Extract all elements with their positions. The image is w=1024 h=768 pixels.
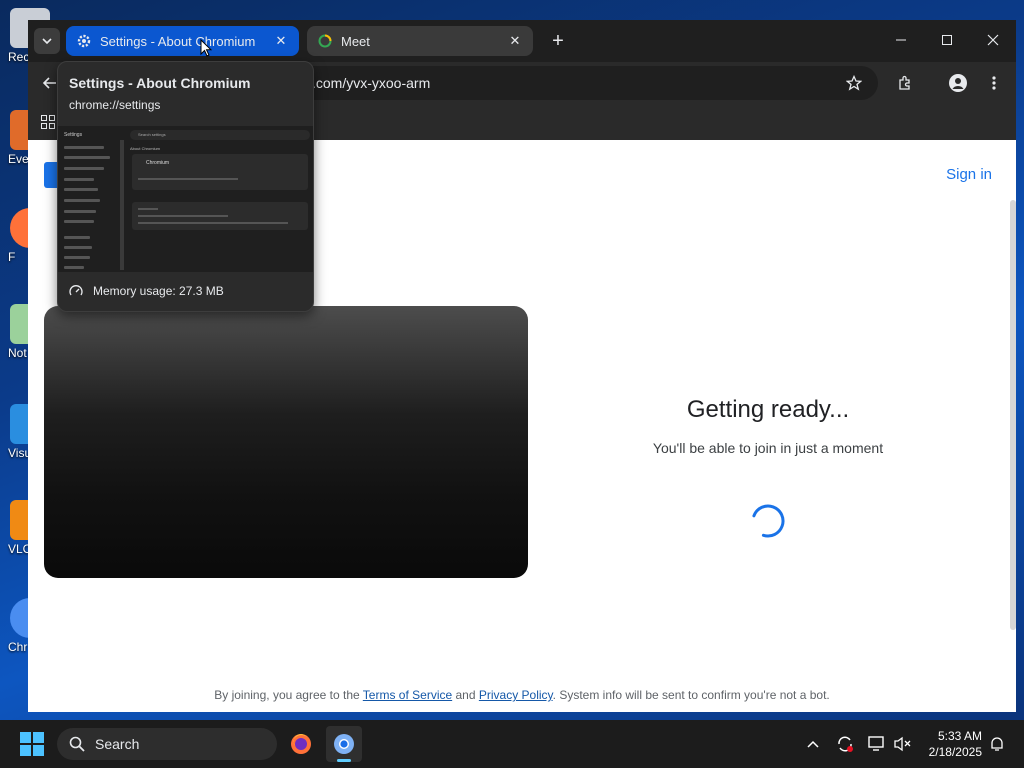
gear-icon [76,33,92,49]
address-url: .com/yvx-yxoo-arm [312,75,431,91]
loading-spinner-icon [751,504,785,538]
taskbar-firefox[interactable] [283,726,319,762]
thumbnail-heading: About Chromium [130,146,161,151]
thumbnail-card-name: Chromium [146,160,170,166]
minimize-icon [896,39,906,41]
clock-time: 5:33 AM [937,729,982,743]
apps-grid-icon [41,115,55,129]
close-icon[interactable]: ✕ [273,33,289,49]
maximize-button[interactable] [924,26,970,54]
tab-title: Meet [341,33,370,49]
tab-strip: Settings - About Chromium ✕ Meet ✕ + [28,20,1016,62]
maximize-icon [942,35,952,45]
video-preview [44,306,528,578]
thumbnail-card [132,202,308,230]
puzzle-icon [899,75,910,90]
consent-text: By joining, you agree to the Terms of Se… [28,688,1016,702]
thumbnail-line [64,167,104,170]
close-icon [987,34,999,46]
profile-icon [949,74,967,92]
thumbnail-settings-label: Settings [64,132,83,138]
extensions-button[interactable] [891,69,919,97]
getting-ready-subtitle: You'll be able to join in just a moment [652,440,884,456]
taskbar-search[interactable]: Search [57,728,277,760]
chevron-up-icon [807,740,819,748]
thumbnail-search: Search settings [130,130,310,140]
star-icon [846,75,862,91]
speaker-muted-icon [894,736,911,752]
tab-search-button[interactable] [34,28,60,54]
thumbnail-line [64,246,92,249]
tab-title: Settings - About Chromium [100,33,256,49]
clock[interactable]: 5:33 AM 2/18/2025 [918,728,982,760]
tab-meet[interactable]: Meet ✕ [307,26,533,56]
network-tray-icon[interactable] [867,734,887,754]
privacy-policy-link[interactable]: Privacy Policy [479,688,553,702]
minimize-button[interactable] [878,26,924,54]
consent-suffix: . System info will be sent to confirm yo… [552,688,830,702]
firefox-icon [291,734,311,754]
thumbnail-scrollbar [120,140,124,270]
thumbnail-line [64,210,96,213]
tab-hover-card: Settings - About Chromium chrome://setti… [57,61,314,312]
volume-tray-icon[interactable] [893,734,913,754]
thumbnail-line [64,199,100,202]
meet-loading-icon [317,33,333,49]
new-tab-button[interactable]: + [545,28,571,54]
profile-button[interactable] [944,69,972,97]
thumbnail-line [64,146,104,149]
sync-alert-icon [838,736,853,752]
bookmark-star-button[interactable] [840,69,868,97]
active-app-indicator [337,759,351,762]
thumbnail-line [138,208,158,210]
sign-in-link[interactable]: Sign in [946,166,992,183]
hover-card-thumbnail: Settings Search settings About Chromium … [58,126,313,272]
chevron-down-icon [42,38,52,45]
hover-card-url: chrome://settings [69,98,161,112]
hover-card-title: Settings - About Chromium [69,75,251,91]
thumbnail-line [138,178,238,180]
page-scrollbar[interactable] [1010,200,1016,630]
more-vert-icon [992,76,996,90]
thumbnail-line [138,222,288,224]
menu-button[interactable] [980,69,1008,97]
thumbnail-card: Chromium [132,154,308,190]
bell-icon [991,737,1003,751]
thumbnail-line [64,178,94,181]
taskbar-chromium[interactable] [326,726,362,762]
thumbnail-line [64,256,90,259]
notifications-button[interactable] [987,734,1007,754]
taskbar-search-placeholder: Search [95,736,140,752]
sync-tray-icon[interactable] [835,734,855,754]
monitor-network-icon [868,736,884,751]
meet-logo-icon [44,162,58,188]
thumbnail-line [64,266,84,269]
show-hidden-icons-button[interactable] [803,734,823,754]
thumbnail-line [138,215,228,217]
clock-date: 2/18/2025 [928,745,982,759]
taskbar: Search 5:33 AM 2/18/2025 [0,720,1024,768]
windows-start-icon[interactable] [20,732,44,756]
search-icon [69,736,85,752]
thumbnail-sidebar: Settings [58,126,120,272]
consent-prefix: By joining, you agree to the [214,688,363,702]
thumbnail-line [64,236,90,239]
terms-of-service-link[interactable]: Terms of Service [363,688,452,702]
memory-usage: Memory usage: 27.3 MB [69,284,224,298]
thumbnail-line [64,220,94,223]
getting-ready-title: Getting ready... [686,396,850,423]
mouse-cursor-icon [200,39,212,57]
tab-settings[interactable]: Settings - About Chromium ✕ [66,26,299,56]
thumbnail-line [64,188,98,191]
gauge-icon [69,285,83,296]
close-icon[interactable]: ✕ [507,33,523,49]
memory-usage-text: Memory usage: 27.3 MB [93,284,224,298]
back-arrow-icon [42,77,56,89]
close-window-button[interactable] [970,26,1016,54]
chromium-icon [334,734,354,754]
thumbnail-line [64,156,110,159]
consent-and: and [452,688,479,702]
